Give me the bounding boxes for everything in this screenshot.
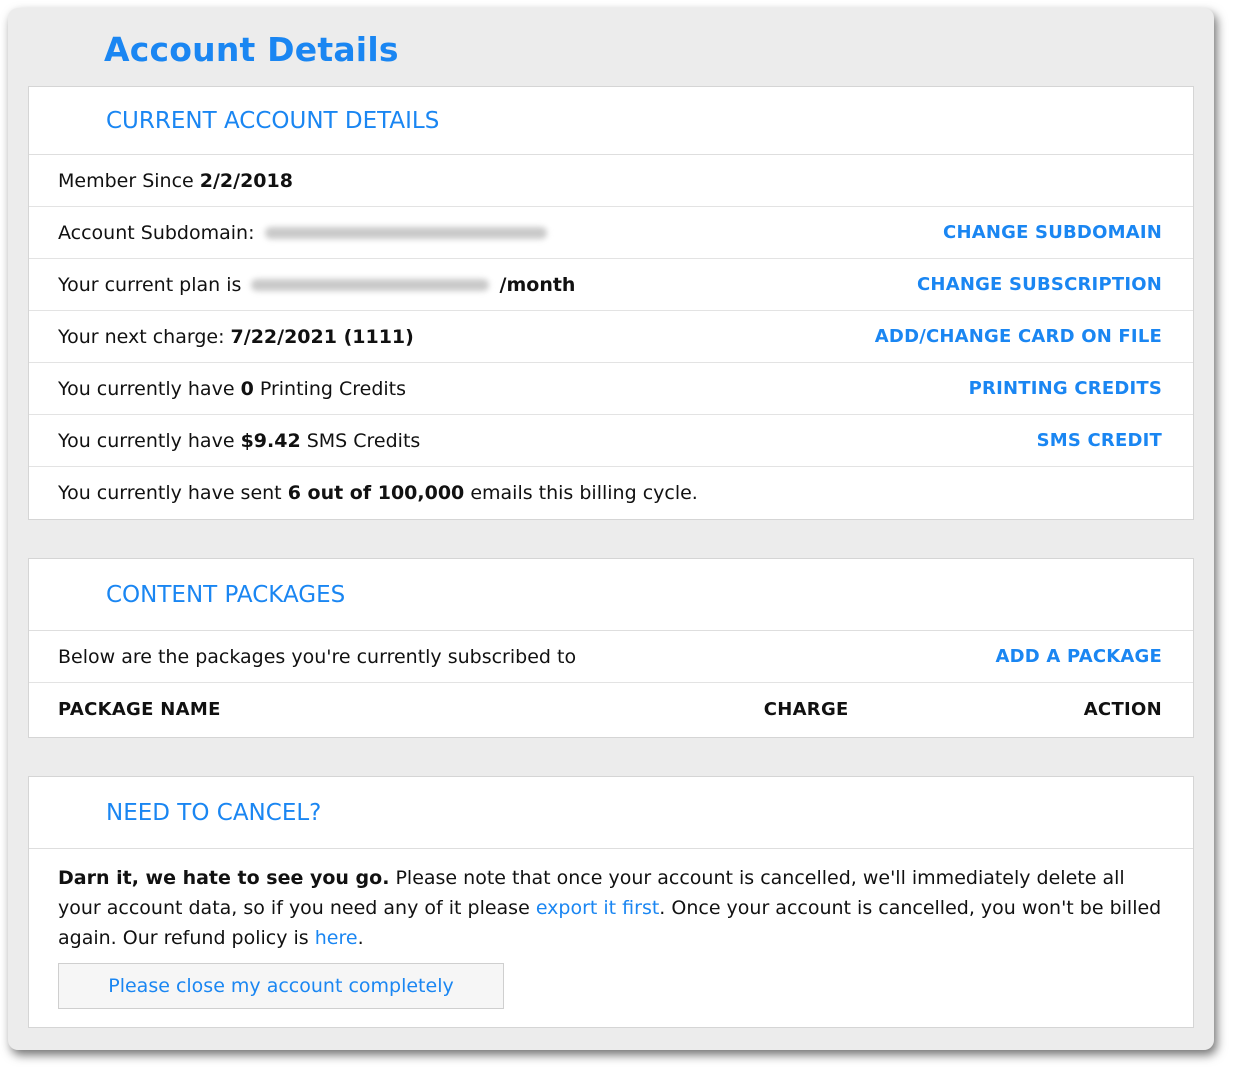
cancel-panel: NEED TO CANCEL? Darn it, we hate to see …	[28, 776, 1194, 1028]
refund-policy-link[interactable]: here	[315, 927, 358, 949]
sms-credits-row: You currently have $9.42 SMS Credits SMS…	[29, 415, 1193, 467]
next-charge-row: Your next charge: 7/22/2021 (1111) ADD/C…	[29, 311, 1193, 363]
content-packages-header: CONTENT PACKAGES	[29, 559, 1193, 631]
column-charge: CHARGE	[763, 698, 849, 720]
cancel-text-3: .	[357, 927, 364, 949]
cancel-header: NEED TO CANCEL?	[29, 777, 1193, 849]
add-package-link[interactable]: ADD A PACKAGE	[995, 646, 1162, 667]
redacted-plan	[251, 279, 490, 291]
next-charge-label: Your next charge:	[58, 325, 225, 348]
printing-credits-link[interactable]: PRINTING CREDITS	[969, 378, 1162, 399]
cancel-message: Darn it, we hate to see you go. Please n…	[29, 849, 1193, 1009]
subdomain-label: Account Subdomain:	[58, 221, 255, 244]
content-packages-panel: CONTENT PACKAGES Below are the packages …	[28, 558, 1194, 738]
sms-prefix: You currently have	[58, 429, 235, 452]
plan-prefix: Your current plan is	[58, 273, 242, 296]
plan-suffix: /month	[499, 273, 576, 296]
column-package-name: PACKAGE NAME	[58, 698, 221, 720]
change-card-link[interactable]: ADD/CHANGE CARD ON FILE	[875, 326, 1162, 347]
printing-value: 0	[240, 377, 254, 400]
subdomain-row: Account Subdomain: CHANGE SUBDOMAIN	[29, 207, 1193, 259]
redacted-subdomain	[264, 227, 547, 239]
emails-prefix: You currently have sent	[58, 482, 282, 504]
change-subdomain-link[interactable]: CHANGE SUBDOMAIN	[943, 222, 1162, 243]
member-since-row: Member Since 2/2/2018	[29, 155, 1193, 207]
current-account-panel: CURRENT ACCOUNT DETAILS Member Since 2/2…	[28, 86, 1194, 520]
sms-suffix: SMS Credits	[306, 429, 421, 452]
sms-credit-link[interactable]: SMS CREDIT	[1037, 430, 1162, 451]
close-account-button[interactable]: Please close my account completely	[58, 963, 504, 1009]
plan-row: Your current plan is /month CHANGE SUBSC…	[29, 259, 1193, 311]
page-title: Account Details	[104, 30, 399, 69]
member-since-label: Member Since	[58, 169, 194, 192]
emails-row: You currently have sent 6 out of 100,000…	[29, 467, 1193, 519]
printing-suffix: Printing Credits	[259, 377, 407, 400]
export-it-first-link[interactable]: export it first	[536, 897, 659, 919]
cancel-title: NEED TO CANCEL?	[106, 799, 322, 826]
printing-prefix: You currently have	[58, 377, 235, 400]
next-charge-value: 7/22/2021 (1111)	[230, 325, 414, 348]
member-since-date: 2/2/2018	[199, 169, 293, 192]
current-account-title: CURRENT ACCOUNT DETAILS	[106, 107, 440, 134]
cancel-lead: Darn it, we hate to see you go.	[58, 867, 390, 889]
packages-intro-row: Below are the packages you're currently …	[29, 631, 1193, 683]
emails-suffix: emails this billing cycle.	[470, 482, 698, 504]
account-details-window: Account Details CURRENT ACCOUNT DETAILS …	[8, 8, 1214, 1050]
packages-table-header: PACKAGE NAME CHARGE ACTION	[29, 683, 1193, 735]
content-packages-title: CONTENT PACKAGES	[106, 581, 346, 608]
change-subscription-link[interactable]: CHANGE SUBSCRIPTION	[917, 274, 1162, 295]
packages-intro: Below are the packages you're currently …	[58, 645, 577, 668]
column-action: ACTION	[1083, 698, 1162, 720]
printing-credits-row: You currently have 0 Printing Credits PR…	[29, 363, 1193, 415]
sms-value: $9.42	[240, 429, 301, 452]
current-account-header: CURRENT ACCOUNT DETAILS	[29, 87, 1193, 155]
emails-value: 6 out of 100,000	[287, 482, 465, 504]
